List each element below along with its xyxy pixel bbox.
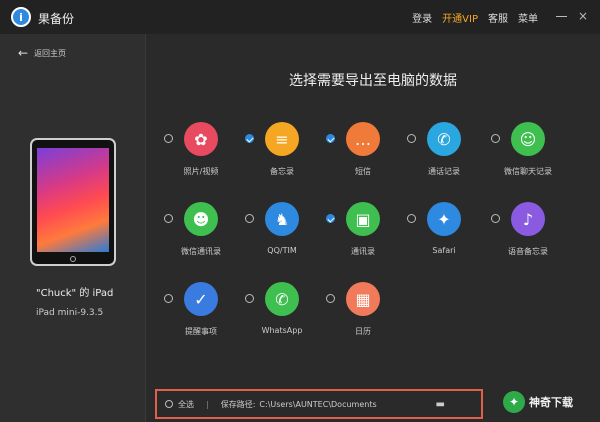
data-type-icon[interactable]: ♪ xyxy=(511,202,545,236)
data-type-label: Safari xyxy=(432,246,456,255)
data-type-item[interactable]: ✓ 提醒事项 xyxy=(164,282,244,352)
data-type-icon[interactable]: ▣ xyxy=(346,202,380,236)
device-model: iPad mini-9.3.5 xyxy=(36,308,104,318)
checkbox-checked[interactable] xyxy=(245,134,254,143)
checkbox-unchecked[interactable] xyxy=(245,294,254,303)
data-type-label: 备忘录 xyxy=(270,167,294,176)
checkbox-checked[interactable] xyxy=(326,214,335,223)
data-type-icon[interactable]: ✆ xyxy=(265,282,299,316)
data-type-label: 短信 xyxy=(355,167,371,176)
data-type-label: 提醒事项 xyxy=(185,327,217,336)
checkbox-unchecked[interactable] xyxy=(491,214,500,223)
separator: | xyxy=(206,399,209,409)
checkbox-unchecked[interactable] xyxy=(164,134,173,143)
checkbox-unchecked[interactable] xyxy=(164,294,173,303)
data-type-icon[interactable]: ✓ xyxy=(184,282,218,316)
vip-link[interactable]: 开通VIP xyxy=(442,10,478,25)
data-type-item[interactable]: ▦ 日历 xyxy=(326,282,406,352)
save-path-value: C:\Users\AUNTEC\Documents xyxy=(259,399,377,409)
data-type-item[interactable]: ♪ 语音备忘录 xyxy=(491,202,571,272)
checkbox-unchecked[interactable] xyxy=(407,134,416,143)
data-type-label: 微信通讯录 xyxy=(181,247,221,256)
data-type-item[interactable]: ✦ Safari xyxy=(407,202,487,272)
data-type-icon[interactable]: ▦ xyxy=(346,282,380,316)
menu-link[interactable]: 菜单 xyxy=(518,10,538,25)
data-type-item[interactable]: ☻ 微信通讯录 xyxy=(164,202,244,272)
select-all-label[interactable]: 全选 xyxy=(178,399,194,410)
checkbox-unchecked[interactable] xyxy=(245,214,254,223)
ipad-screen xyxy=(37,148,109,252)
save-path-bar: 全选 | 保存路径: C:\Users\AUNTEC\Documents ▬ xyxy=(155,389,483,419)
data-type-icon[interactable]: ✦ xyxy=(427,202,461,236)
login-link[interactable]: 登录 xyxy=(412,10,432,25)
back-home-button[interactable]: ← 返回主页 xyxy=(18,46,66,60)
close-icon[interactable]: × xyxy=(578,10,588,22)
select-all-radio[interactable] xyxy=(165,400,173,408)
main-panel: 选择需要导出至电脑的数据 ✿ 照片/视频 ≡ 备忘录 … 短信 ✆ 通话记录 ☺ 微信聊天记录 ☻ 微… xyxy=(146,34,600,422)
device-sidebar: ← 返回主页 "Chuck" 的 iPad iPad mini-9.3.5 xyxy=(0,34,146,422)
data-type-label: 照片/视频 xyxy=(183,167,219,176)
device-name: "Chuck" 的 iPad xyxy=(36,288,114,299)
data-type-icon[interactable]: ♞ xyxy=(265,202,299,236)
save-path-label: 保存路径: xyxy=(220,399,256,409)
watermark: ✦ 神奇下载 xyxy=(503,388,597,416)
data-type-item[interactable]: ▣ 通讯录 xyxy=(326,202,406,272)
data-type-item[interactable]: … 短信 xyxy=(326,122,406,192)
data-type-icon[interactable]: ✆ xyxy=(427,122,461,156)
data-type-icon[interactable]: ☻ xyxy=(184,202,218,236)
data-type-icon[interactable]: ≡ xyxy=(265,122,299,156)
data-type-label: 日历 xyxy=(355,327,371,336)
checkbox-checked[interactable] xyxy=(326,134,335,143)
watermark-text: 神奇下载 xyxy=(529,396,573,409)
title-bar: i 果备份 登录 开通VIP 客服 菜单 × xyxy=(0,0,600,34)
app-logo: i xyxy=(11,7,31,27)
data-type-item[interactable]: ✆ WhatsApp xyxy=(245,282,325,352)
checkbox-unchecked[interactable] xyxy=(491,134,500,143)
data-type-item[interactable]: ≡ 备忘录 xyxy=(245,122,325,192)
data-type-icon[interactable]: … xyxy=(346,122,380,156)
page-title: 选择需要导出至电脑的数据 xyxy=(289,73,457,89)
checkbox-unchecked[interactable] xyxy=(326,294,335,303)
data-type-label: 语音备忘录 xyxy=(508,247,548,256)
data-type-label: 通讯录 xyxy=(351,247,375,256)
checkbox-unchecked[interactable] xyxy=(164,214,173,223)
app-title: 果备份 xyxy=(38,12,75,26)
data-type-item[interactable]: ☺ 微信聊天记录 xyxy=(491,122,571,192)
home-button-icon xyxy=(70,256,76,262)
checkbox-unchecked[interactable] xyxy=(407,214,416,223)
service-link[interactable]: 客服 xyxy=(488,10,508,25)
data-type-label: 通话记录 xyxy=(428,167,460,176)
back-home-label: 返回主页 xyxy=(34,48,67,58)
minimize-icon[interactable] xyxy=(556,16,567,17)
data-type-icon[interactable]: ☺ xyxy=(511,122,545,156)
arrow-left-icon: ← xyxy=(18,46,29,60)
data-type-item[interactable]: ✿ 照片/视频 xyxy=(164,122,244,192)
data-type-icon[interactable]: ✿ xyxy=(184,122,218,156)
data-type-label: QQ/TIM xyxy=(267,246,297,255)
top-menu: 登录 开通VIP 客服 菜单 xyxy=(412,10,538,25)
ipad-image xyxy=(30,138,116,266)
data-type-item[interactable]: ♞ QQ/TIM xyxy=(245,202,325,272)
data-type-label: 微信聊天记录 xyxy=(504,167,552,176)
data-type-item[interactable]: ✆ 通话记录 xyxy=(407,122,487,192)
folder-icon[interactable]: ▬ xyxy=(436,399,445,410)
data-type-label: WhatsApp xyxy=(261,326,303,335)
watermark-logo-icon: ✦ xyxy=(503,391,525,413)
